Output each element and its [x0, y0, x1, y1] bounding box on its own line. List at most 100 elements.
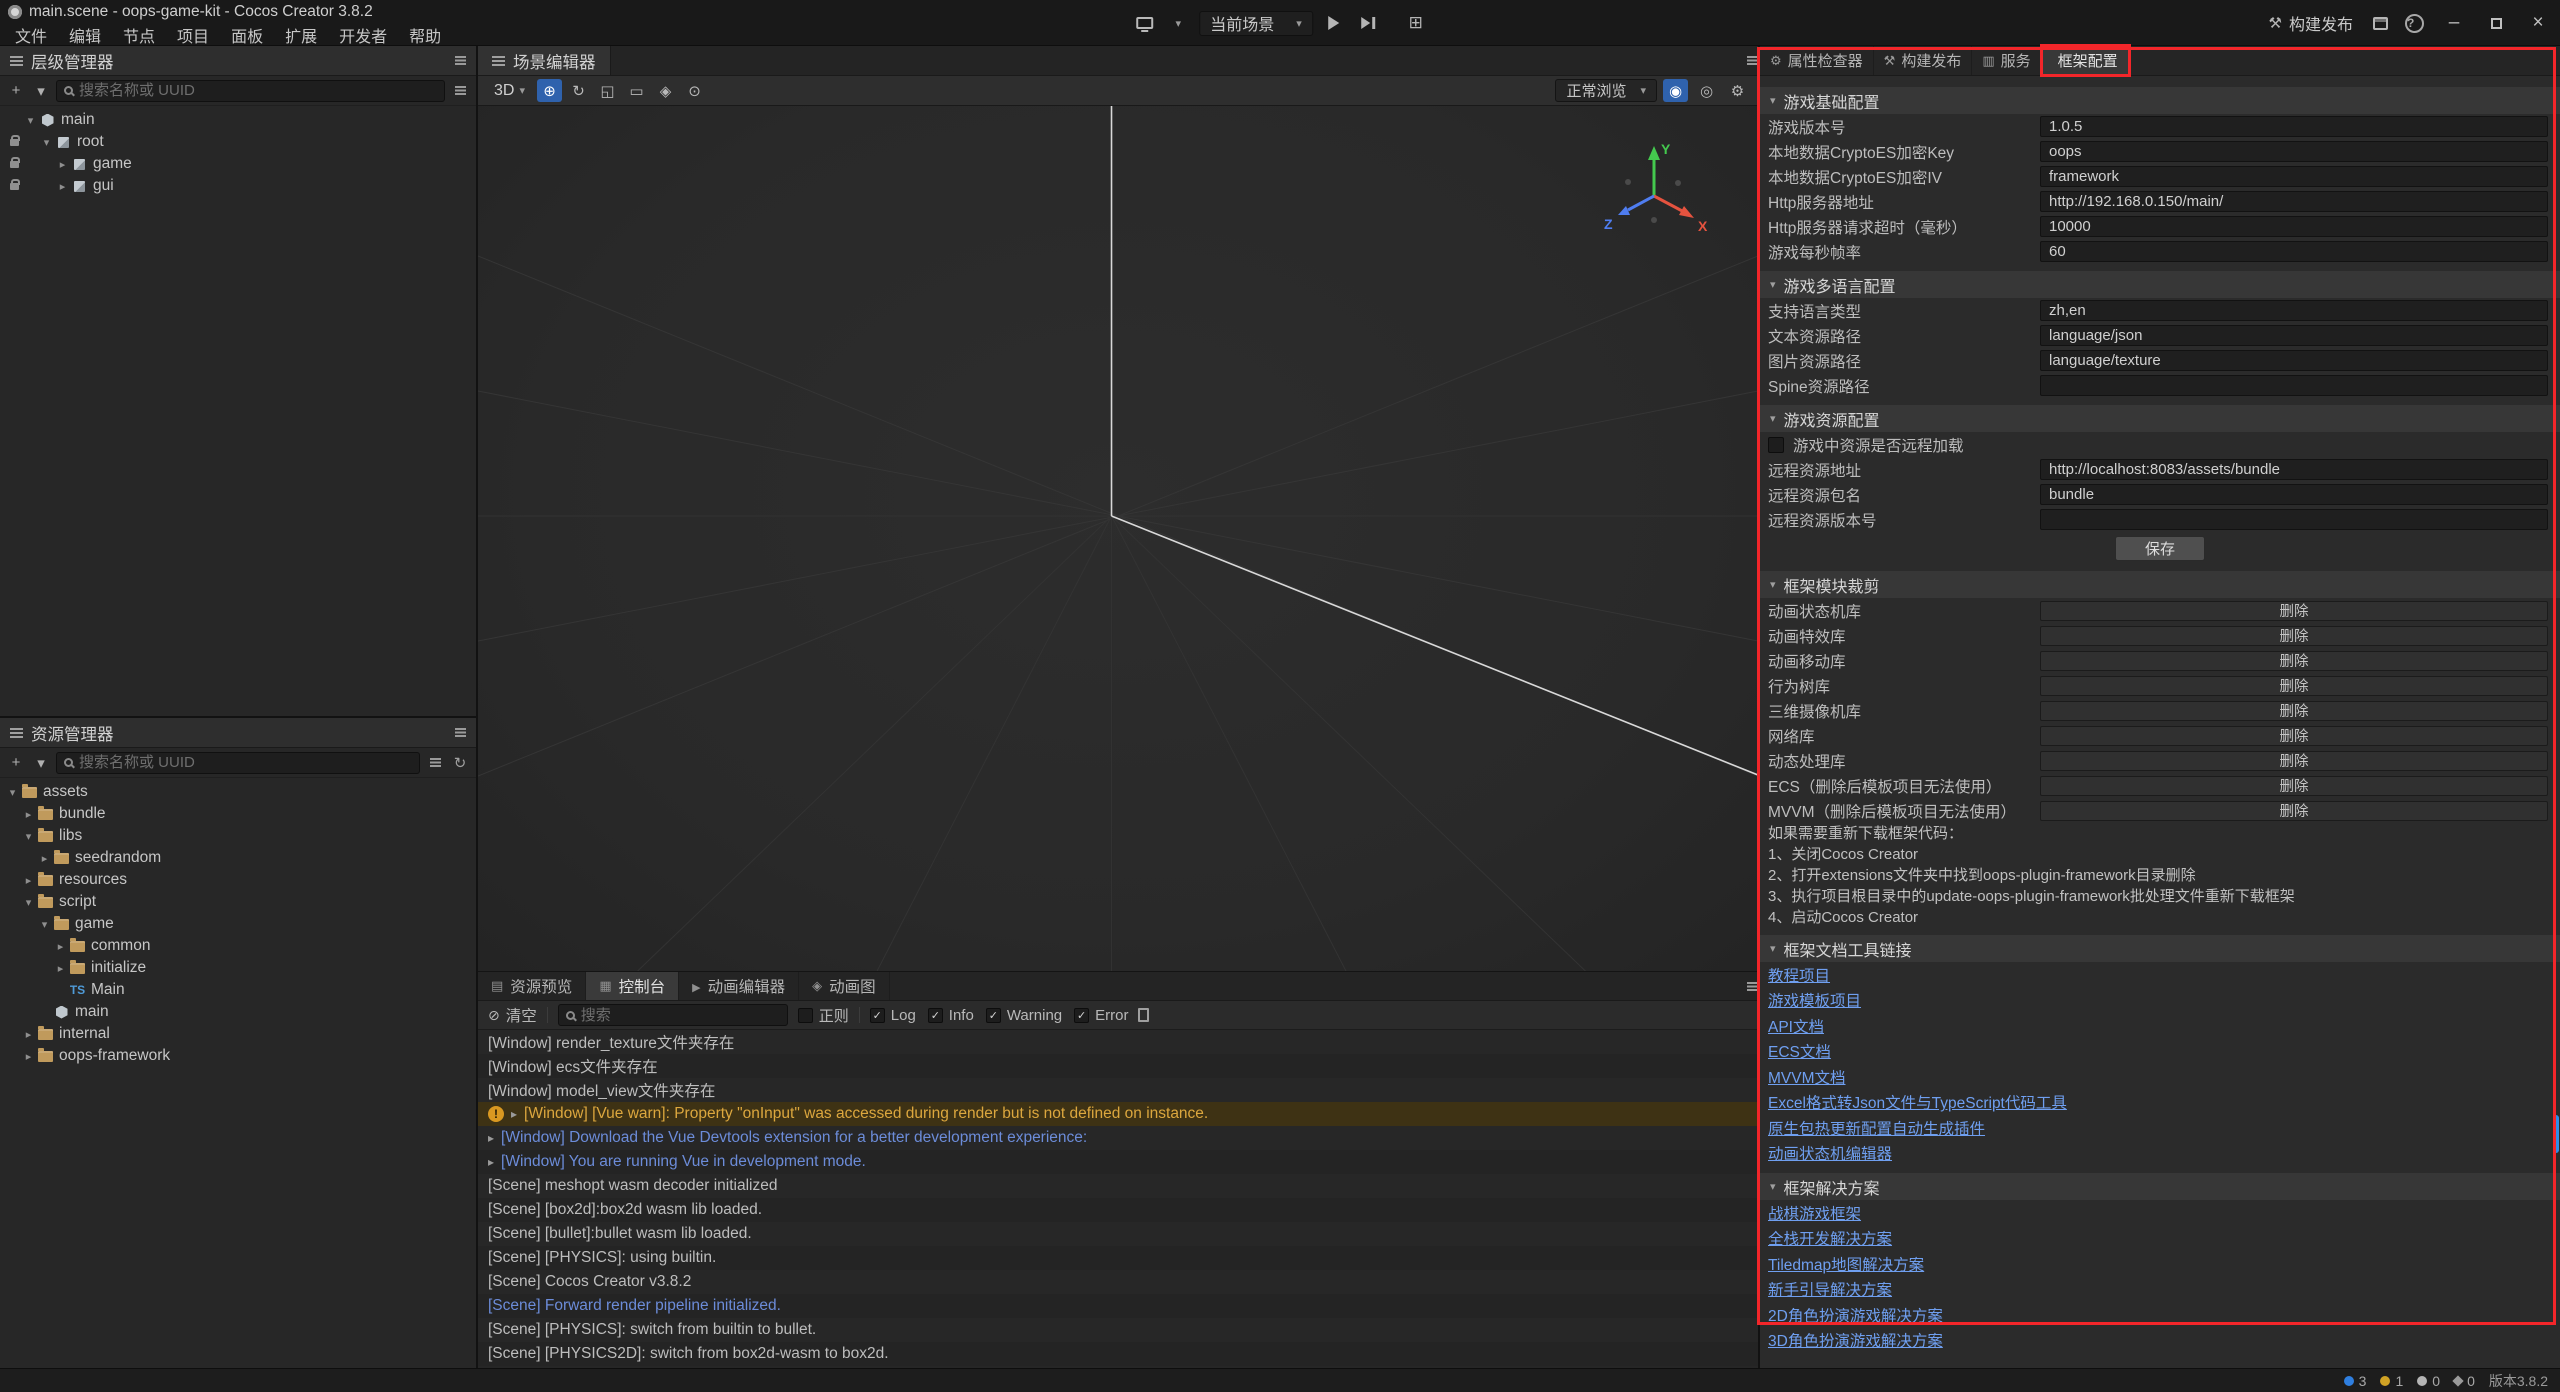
log-row[interactable]: ▸ [Window] ecs文件夹存在 [478, 1054, 1758, 1078]
layout-grid-button[interactable]: ⊞ [1403, 11, 1429, 35]
hierarchy-node-row[interactable]: root [0, 131, 476, 153]
menu-item[interactable]: 扩展 [274, 23, 328, 47]
console-tab[interactable]: 动画编辑器 [679, 972, 799, 1000]
hierarchy-search-input[interactable] [79, 82, 437, 99]
field-input[interactable] [2040, 509, 2548, 530]
solution-link[interactable]: Tiledmap地图解决方案 [1768, 1253, 1924, 1275]
log-filter-checkbox[interactable] [1074, 1008, 1089, 1023]
field-input[interactable] [2040, 459, 2548, 480]
log-row[interactable]: ▸ [Window] render_texture文件夹存在 [478, 1030, 1758, 1054]
expand-arrow[interactable]: ▸ [488, 1155, 494, 1169]
field-input[interactable] [2040, 375, 2548, 396]
log-filter[interactable]: Log [870, 1007, 916, 1024]
lock-icon[interactable] [10, 183, 19, 190]
close-button[interactable]: × [2520, 9, 2556, 37]
section-doc-links[interactable]: 框架文档工具链接 [1760, 935, 2560, 962]
expand-chevron[interactable] [37, 918, 52, 931]
create-asset-caret[interactable]: ▾ [31, 753, 51, 773]
doc-link[interactable]: 教程项目 [1768, 964, 1830, 986]
field-input[interactable] [2040, 191, 2548, 212]
delete-module-button[interactable]: 删除 [2040, 626, 2548, 646]
panel-options-icon[interactable] [1747, 982, 1758, 984]
log-filter[interactable]: Info [928, 1007, 974, 1024]
minimize-button[interactable]: – [2436, 9, 2472, 37]
clear-console-button[interactable]: ⊘ 清空 [488, 1004, 537, 1026]
expand-chevron[interactable] [39, 136, 54, 149]
maximize-button[interactable] [2478, 9, 2514, 37]
menu-item[interactable]: 节点 [112, 23, 166, 47]
asset-row[interactable]: libs [0, 825, 476, 847]
panel-options-icon[interactable] [455, 728, 466, 730]
log-filter-checkbox[interactable] [986, 1008, 1001, 1023]
section-solutions[interactable]: 框架解决方案 [1760, 1173, 2560, 1200]
create-node-button[interactable]: + [6, 81, 26, 101]
package-button[interactable] [2367, 11, 2393, 35]
expand-arrow[interactable]: ▸ [511, 1107, 517, 1121]
field-input[interactable] [2040, 116, 2548, 137]
assets-search-input[interactable] [79, 754, 412, 771]
asset-row[interactable]: common [0, 935, 476, 957]
expand-chevron[interactable] [5, 786, 20, 799]
regex-toggle[interactable]: 正则 [798, 1005, 849, 1026]
step-button[interactable] [1355, 11, 1381, 35]
section-game-resource[interactable]: 游戏资源配置 [1760, 405, 2560, 432]
panel-menu-icon[interactable] [10, 56, 23, 58]
play-button[interactable] [1321, 11, 1347, 35]
asset-row[interactable]: seedrandom [0, 847, 476, 869]
doc-link[interactable]: API文档 [1768, 1015, 1824, 1037]
lock-icon[interactable] [10, 161, 19, 168]
delete-module-button[interactable]: 删除 [2040, 651, 2548, 671]
move-tool-button[interactable]: ⊕ [537, 79, 562, 102]
expand-arrow[interactable]: ▸ [488, 1131, 494, 1145]
inspector-tab[interactable]: 构建发布 [1874, 46, 1973, 75]
section-game-basic[interactable]: 游戏基础配置 [1760, 87, 2560, 114]
expand-chevron[interactable] [55, 158, 70, 171]
expand-chevron[interactable] [53, 962, 68, 975]
create-node-caret[interactable]: ▾ [31, 81, 51, 101]
error-count-badge[interactable]: 0 [2417, 1373, 2440, 1389]
lock-icon[interactable] [10, 139, 19, 146]
delete-module-button[interactable]: 删除 [2040, 601, 2548, 621]
preview-device-caret[interactable]: ▾ [1165, 11, 1191, 35]
log-row[interactable]: ▸ [Window] model_view文件夹存在 [478, 1078, 1758, 1102]
scrollbar-thumb[interactable] [2553, 1115, 2559, 1153]
log-row[interactable]: ▸ [Scene] [bullet]:bullet wasm lib loade… [478, 1222, 1758, 1246]
log-row[interactable]: ▸ [Scene] [PHYSICS]: switch from builtin… [478, 1318, 1758, 1342]
warning-count-badge[interactable]: 1 [2380, 1373, 2403, 1389]
task-count-badge[interactable]: 0 [2454, 1373, 2475, 1389]
field-input[interactable] [2040, 241, 2548, 262]
menu-item[interactable]: 编辑 [58, 23, 112, 47]
asset-row[interactable]: oops-framework [0, 1045, 476, 1067]
lighting-toggle-button[interactable]: ◉ [1663, 79, 1688, 102]
delete-module-button[interactable]: 删除 [2040, 676, 2548, 696]
menu-item[interactable]: 文件 [4, 23, 58, 47]
expand-chevron[interactable] [21, 1050, 36, 1063]
field-input[interactable] [2040, 350, 2548, 371]
assets-search[interactable] [56, 752, 420, 774]
solution-link[interactable]: 全栈开发解决方案 [1768, 1227, 1892, 1249]
console-search[interactable] [558, 1004, 788, 1026]
pivot-tool-button[interactable]: ⊙ [682, 79, 707, 102]
panel-options-icon[interactable] [455, 56, 466, 58]
log-row[interactable]: ▸ [Window] You are running Vue in develo… [478, 1150, 1758, 1174]
inspector-tab[interactable]: 属性检查器 [1760, 46, 1874, 75]
expand-chevron[interactable] [37, 852, 52, 865]
doc-link[interactable]: 原生包热更新配置自动生成插件 [1768, 1117, 1985, 1139]
log-row[interactable]: ▸ [Window] [Vue warn]: Property "onInput… [478, 1102, 1758, 1126]
scene-gear-button[interactable]: ⚙ [1725, 79, 1750, 102]
log-row[interactable]: ▸ [Window] Download the Vue Devtools ext… [478, 1126, 1758, 1150]
field-input[interactable] [2040, 300, 2548, 321]
menu-item[interactable]: 项目 [166, 23, 220, 47]
expand-chevron[interactable] [21, 874, 36, 887]
scene-viewport[interactable]: Y X Z [478, 106, 1758, 971]
filter-icon[interactable] [455, 86, 466, 88]
log-filter[interactable]: Error [1074, 1007, 1128, 1024]
rect-tool-button[interactable]: ▭ [624, 79, 649, 102]
doc-link[interactable]: 游戏模板项目 [1768, 989, 1861, 1011]
expand-chevron[interactable] [21, 1028, 36, 1041]
log-row[interactable]: ▸ [Scene] Cocos Creator v3.8.2 [478, 1270, 1758, 1294]
section-game-language[interactable]: 游戏多语言配置 [1760, 271, 2560, 298]
log-row[interactable]: ▸ [Scene] [box2d]:box2d wasm lib loaded. [478, 1198, 1758, 1222]
view-mode-dropdown[interactable]: 正常浏览 ▾ [1555, 79, 1657, 102]
build-publish-button[interactable]: ⚒ 构建发布 [2261, 10, 2361, 36]
